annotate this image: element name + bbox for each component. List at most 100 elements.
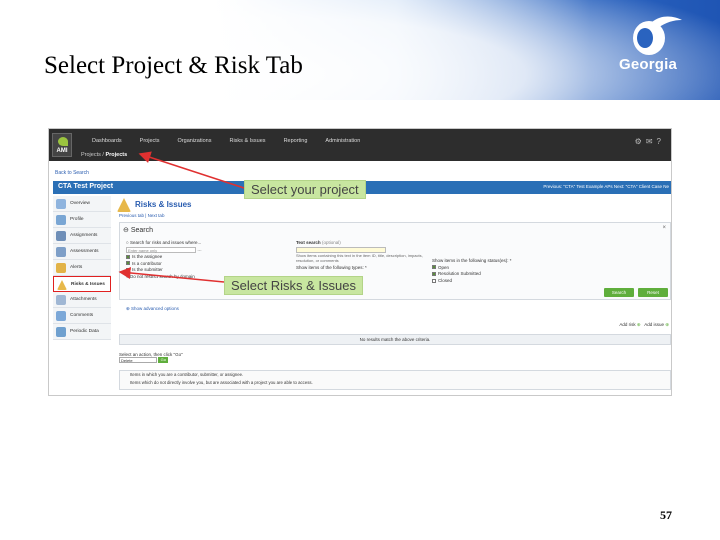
panel-tabs[interactable]: Previous tab | Next tab [119,213,164,218]
slide-title: Select Project & Risk Tab [44,52,303,79]
text-search-desc: Show items containing this text in the i… [296,252,423,263]
ellipsis-button[interactable]: … [197,247,202,252]
advanced-options-link[interactable]: ⊕ Show advanced options [126,306,179,312]
sidebar-item-label: Assignments [70,233,98,238]
panel-title: Risks & Issues [135,200,192,209]
search-for-label: ○ Search for risks and issues where... [126,240,202,245]
periodic-data-icon [56,327,66,337]
no-results-message: No results match the above criteria. [119,334,671,345]
sidebar-item-label: Alerts [70,265,83,270]
breadcrumb-parent[interactable]: Projects [81,152,101,158]
status-filter: Show items in the following status(es): … [432,258,512,284]
status-option-label: Resolution Submitted [438,271,481,277]
close-icon[interactable]: × [662,225,666,231]
breadcrumb-current: Projects [105,152,128,158]
check-icon [126,254,130,259]
sidebar-item-label: Attachments [70,297,97,302]
sidebar-item-assessments[interactable]: Assessments [53,244,111,260]
legend: Items in which you are a contributor, su… [119,370,671,390]
submitter-checkbox[interactable]: Is the submitter [126,267,202,274]
advanced-options-label: Show advanced options [131,306,179,311]
statuses-label: Show items in the following status(es): … [432,258,512,263]
plus-icon[interactable]: ⊕ [665,322,669,327]
nav-projects[interactable]: Projects [131,138,169,144]
project-name[interactable]: CTA Test Project [58,183,113,190]
person-input[interactable]: Enter name only [126,246,196,253]
assignee-checkbox[interactable]: Is the assignee [126,254,202,261]
search-heading: ⊖ Search [123,227,153,234]
add-issue-link[interactable]: Add issue [644,322,664,327]
overview-icon [56,199,66,209]
back-to-search-link[interactable]: Back to Search [55,170,89,176]
app-top-bar: AMI Dashboards Projects Organizations Ri… [49,129,671,161]
profile-icon [56,215,66,225]
legend-item: Items which do not directly involve you,… [130,380,313,385]
text-search-area: Text search (optional) Show items contai… [296,240,426,271]
warning-icon [57,280,67,290]
nav-dashboards[interactable]: Dashboards [83,138,131,144]
sidebar-item-risks-issues[interactable]: Risks & Issues [53,276,111,292]
restrict-radio[interactable]: ● Do not restrict search by domain [126,274,202,281]
sidebar-item-assignments[interactable]: Assignments [53,228,111,244]
sidebar-item-label: Comments [70,313,94,318]
comments-icon [56,311,66,321]
check-icon [432,272,436,276]
search-button[interactable]: Search [604,288,634,297]
nav-organizations[interactable]: Organizations [169,138,221,144]
action-select[interactable]: Delete [119,357,157,363]
sidebar-item-label: Profile [70,217,84,222]
status-option-label: Closed [438,277,453,283]
contributor-checkbox[interactable]: Is a contributor [126,261,202,268]
types-label: Show items of the following types: * [296,264,367,270]
go-button[interactable]: Go [158,357,169,363]
sidebar-item-attachments[interactable]: Attachments [53,292,111,308]
search-criteria: ○ Search for risks and issues where... E… [126,240,202,281]
sidebar-item-label: Assessments [70,249,99,254]
text-search-label: Text search [296,240,321,245]
restrict-label: Do not restrict search by domain [129,274,195,280]
sidebar-item-overview[interactable]: Overview [53,196,111,212]
check-icon [126,268,130,273]
sidebar-item-label: Periodic Data [70,329,99,334]
risks-warning-icon [117,198,131,212]
plus-icon[interactable]: ⊕ [637,322,641,327]
sidebar-item-comments[interactable]: Comments [53,308,111,324]
breadcrumb: Projects / Projects [81,152,128,158]
callout-select-project: Select your project [244,180,366,199]
callout-select-risks: Select Risks & Issues [224,276,363,295]
add-risk-link[interactable]: Add risk [619,322,635,327]
nav-administration[interactable]: Administration [316,138,369,144]
assignee-label: Is the assignee [132,253,163,259]
search-heading-label: Search [130,227,153,234]
logo-text: Georgia [618,56,678,73]
assignments-icon [56,231,66,241]
app-screenshot: AMI Dashboards Projects Organizations Ri… [48,128,672,396]
alerts-icon [56,263,66,273]
ami-logo[interactable]: AMI [52,133,72,157]
sidebar-item-alerts[interactable]: Alerts [53,260,111,276]
reset-button[interactable]: Reset [638,288,668,297]
nav-reporting[interactable]: Reporting [275,138,317,144]
attachments-icon [56,295,66,305]
sidebar-item-periodic-data[interactable]: Periodic Data [53,324,111,340]
status-open-checkbox[interactable]: Open [432,265,512,272]
search-panel: ⊖ Search × ○ Search for risks and issues… [119,222,671,311]
main-nav: Dashboards Projects Organizations Risks … [83,138,369,144]
assessments-icon [56,247,66,257]
legend-item: Items in which you are a contributor, su… [130,372,244,377]
bulk-action: Select an action, then click "Go" Delete… [119,352,183,363]
submitter-label: Is the submitter [132,267,163,273]
status-resolution-checkbox[interactable]: Resolution Submitted [432,271,512,278]
add-links: Add risk ⊕ Add issue ⊕ [619,322,669,328]
sidebar-item-label: Overview [70,201,90,206]
check-icon [432,265,436,270]
ami-label: AMI [56,148,68,154]
nav-risks-issues[interactable]: Risks & Issues [220,138,274,144]
sidebar-item-profile[interactable]: Profile [53,212,111,228]
toolbar-icons[interactable]: ⚙✉? [635,137,665,146]
page-number: 57 [660,508,672,522]
checkbox-icon [432,278,436,283]
contributor-label: Is a contributor [132,260,162,266]
project-nav-links[interactable]: Previous: "CTA" Test Example APs Next: "… [543,184,669,189]
status-closed-checkbox[interactable]: Closed [432,278,512,285]
